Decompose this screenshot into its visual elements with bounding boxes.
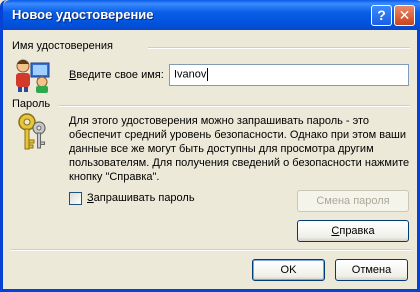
cancel-button[interactable]: Отмена	[335, 259, 408, 281]
dialog-window: Новое удостоверение ? ✕ Имя удостоверени…	[0, 0, 420, 292]
name-field-label: Введите свое имя:	[69, 69, 164, 81]
close-title-button[interactable]: ✕	[394, 5, 415, 26]
help-button[interactable]: Справка	[297, 220, 409, 242]
change-password-button[interactable]: Смена пароля	[297, 190, 409, 212]
name-input[interactable]: Ivanov	[169, 64, 409, 86]
identity-group-line	[148, 47, 410, 49]
window-title: Новое удостоверение	[12, 7, 154, 22]
ok-button[interactable]: OK	[252, 259, 325, 281]
ask-password-checkbox[interactable]	[69, 192, 82, 205]
text-caret	[207, 68, 209, 81]
title-bar[interactable]: Новое удостоверение ? ✕	[3, 0, 420, 30]
password-group-line	[59, 105, 410, 107]
people-at-computer-icon	[16, 59, 50, 93]
password-section-title: Пароль	[12, 98, 51, 110]
footer-separator	[11, 249, 411, 251]
ask-password-label[interactable]: Запрашивать пароль	[87, 192, 195, 204]
password-description: Для этого удостоверения можно запрашиват…	[69, 115, 410, 183]
help-title-button[interactable]: ?	[371, 5, 392, 26]
identity-section-title: Имя удостоверения	[12, 40, 113, 52]
keys-icon	[18, 113, 46, 150]
